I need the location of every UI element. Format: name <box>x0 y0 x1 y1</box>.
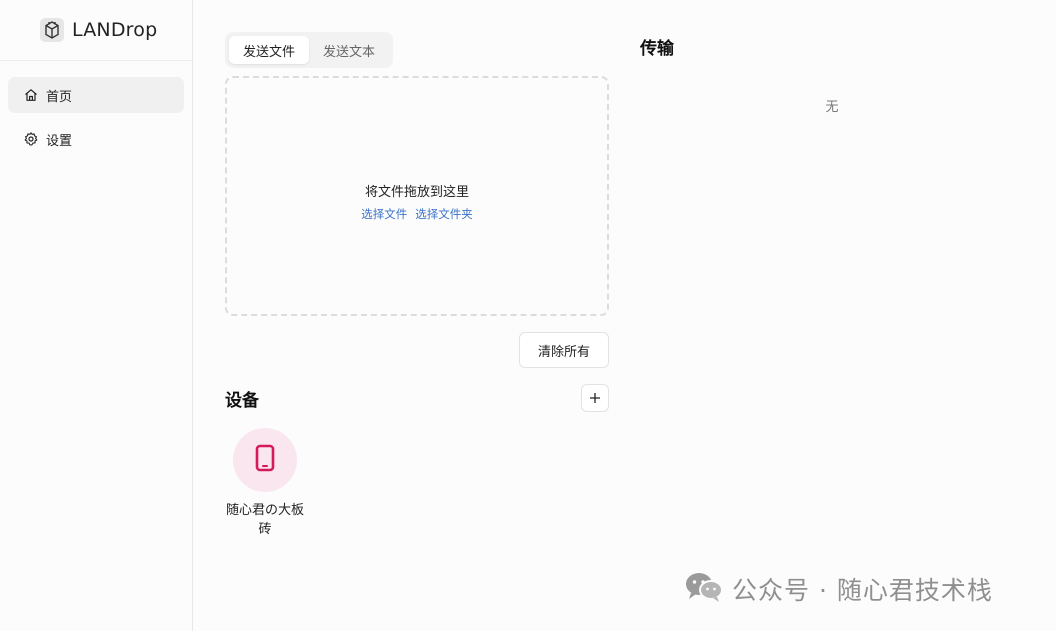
tab-send-text[interactable]: 发送文本 <box>309 36 389 64</box>
landrop-logo-icon <box>40 18 64 42</box>
phone-icon <box>255 444 275 476</box>
clear-all-button[interactable]: 清除所有 <box>519 332 609 368</box>
sidebar-item-label: 首页 <box>46 89 73 105</box>
app-window: LANDrop 首页 设置 发送文件 发送文本 将文件拖放到这里 选择文件 选择… <box>0 0 1056 631</box>
dropzone-links: 选择文件 选择文件夹 <box>361 206 473 222</box>
sidebar-item-settings[interactable]: 设置 <box>8 121 184 157</box>
send-mode-tabs: 发送文件 发送文本 <box>225 32 393 68</box>
watermark: 公众号 · 随心君技术栈 <box>684 572 993 606</box>
select-files-link[interactable]: 选择文件 <box>361 206 407 222</box>
devices-title: 设备 <box>225 391 259 411</box>
sidebar-item-home[interactable]: 首页 <box>8 77 184 113</box>
sidebar-nav: 首页 设置 <box>0 61 192 157</box>
tab-send-file[interactable]: 发送文件 <box>229 36 309 64</box>
home-icon <box>24 88 38 102</box>
watermark-text: 公众号 · 随心君技术栈 <box>732 576 993 605</box>
plus-icon <box>589 389 601 408</box>
sidebar: LANDrop 首页 设置 <box>0 0 193 631</box>
add-device-button[interactable] <box>581 384 609 412</box>
gear-icon <box>24 132 38 146</box>
dropzone-hint: 将文件拖放到这里 <box>364 184 469 200</box>
brand: LANDrop <box>0 0 192 61</box>
select-folder-link[interactable]: 选择文件夹 <box>415 206 473 222</box>
transfer-title: 传输 <box>640 39 674 59</box>
device-name: 随心君の大板砖 <box>225 503 304 537</box>
app-title: LANDrop <box>72 19 158 41</box>
device-card[interactable]: 随心君の大板砖 <box>225 428 305 539</box>
wechat-icon <box>684 571 724 607</box>
transfer-empty-state: 无 <box>825 100 839 115</box>
file-dropzone[interactable]: 将文件拖放到这里 选择文件 选择文件夹 <box>225 76 609 316</box>
device-avatar <box>233 428 297 492</box>
sidebar-item-label: 设置 <box>46 133 73 149</box>
